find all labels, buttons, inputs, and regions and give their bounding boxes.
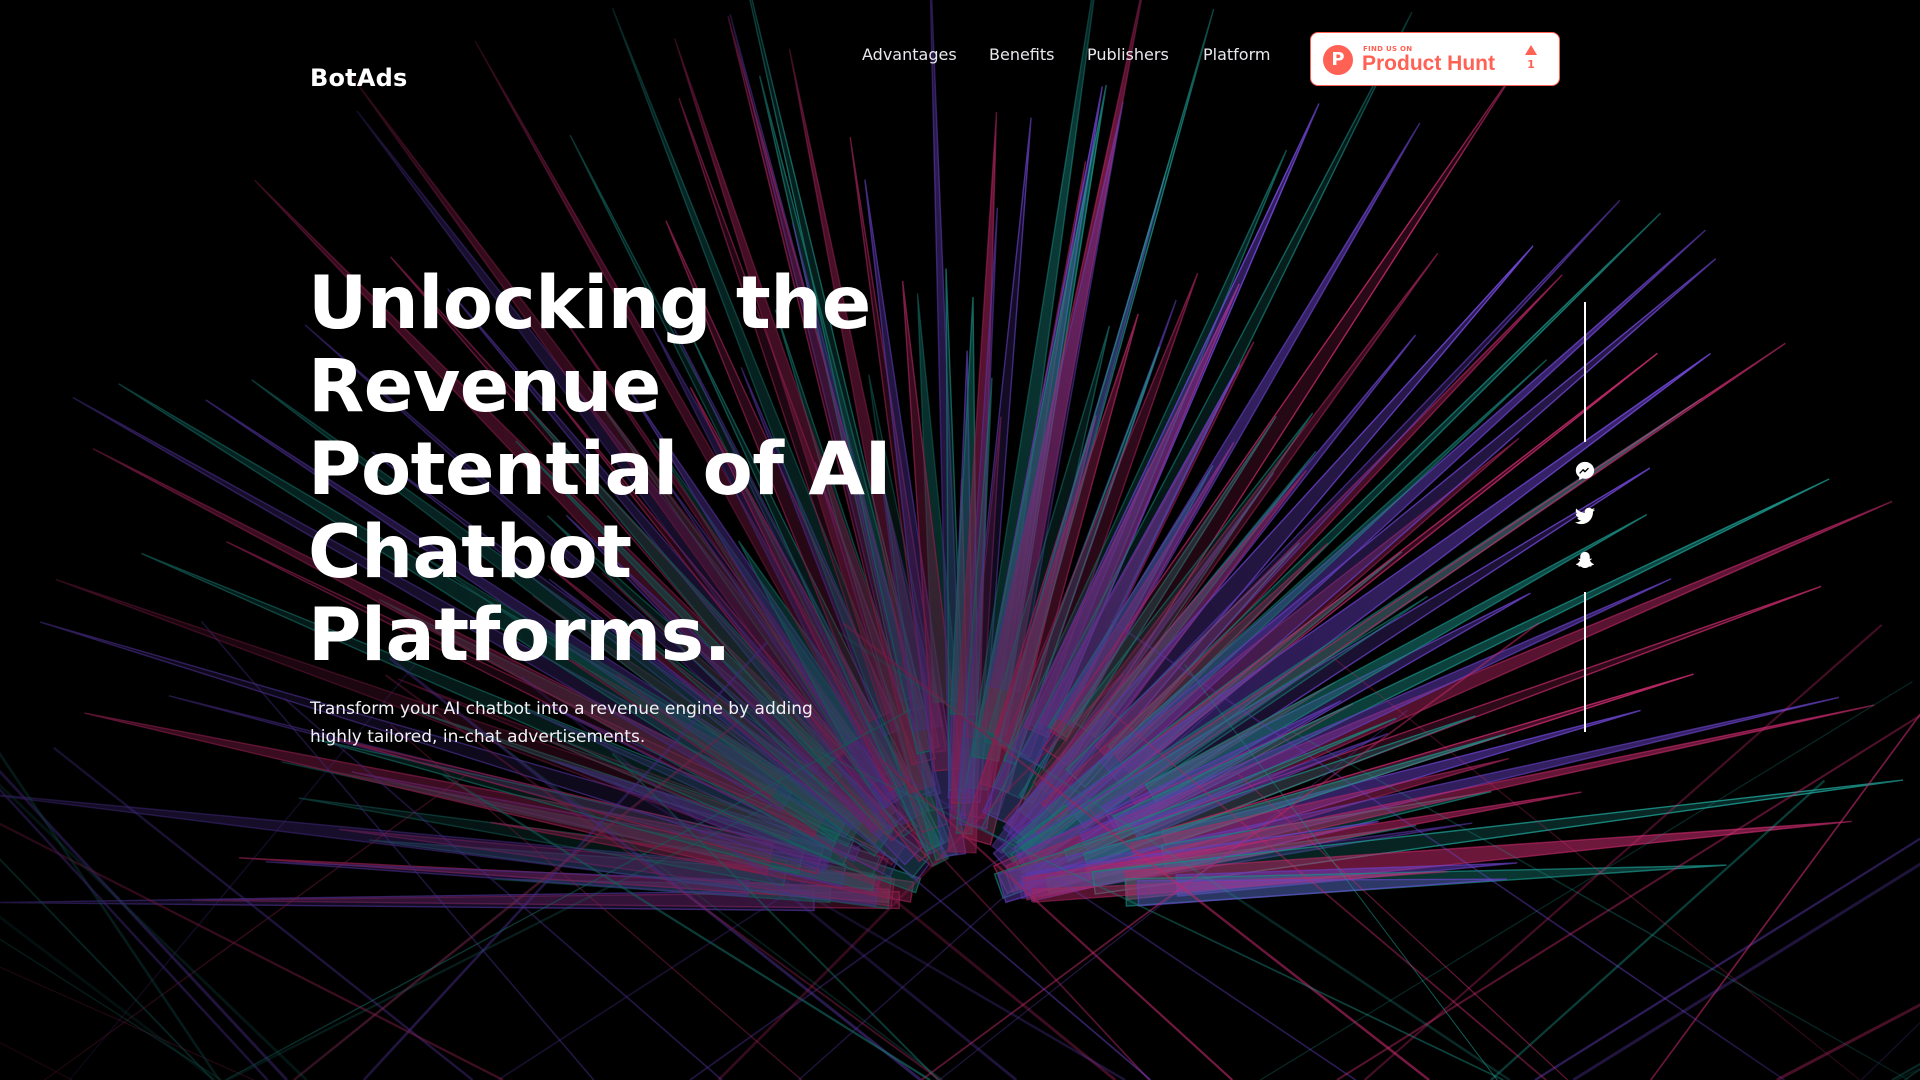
product-hunt-name: Product Hunt [1362, 52, 1495, 75]
headline-line: Chatbot [308, 510, 632, 595]
upvote-count: 1 [1527, 58, 1535, 71]
hero-subheadline: Transform your AI chatbot into a revenue… [310, 695, 890, 751]
brand-logo[interactable]: BotAds [310, 64, 408, 92]
snapchat-icon[interactable] [1574, 550, 1596, 572]
hero-headline: Unlocking the Revenue Potential of AI Ch… [308, 262, 928, 677]
social-divider-bottom [1584, 592, 1586, 732]
nav-link-platform[interactable]: Platform [1203, 45, 1270, 64]
headline-line: Revenue [308, 344, 661, 429]
hero-background-spikes [0, 0, 1920, 1080]
headline-line: Unlocking the [308, 261, 871, 346]
upvote-arrow-icon [1525, 45, 1537, 55]
messenger-icon[interactable] [1574, 460, 1596, 482]
nav-link-advantages[interactable]: Advantages [862, 45, 957, 64]
nav-link-benefits[interactable]: Benefits [989, 45, 1055, 64]
subhead-line: highly tailored, in-chat advertisements. [310, 727, 646, 747]
main-nav: Advantages Benefits Publishers Platform [0, 45, 1920, 67]
subhead-line: Transform your AI chatbot into a revenue… [310, 699, 813, 719]
product-hunt-badge[interactable]: P FIND US ON Product Hunt 1 [1310, 32, 1560, 86]
twitter-icon[interactable] [1574, 505, 1596, 527]
headline-line: Platforms. [308, 593, 731, 678]
social-divider-top [1584, 302, 1586, 442]
nav-link-publishers[interactable]: Publishers [1087, 45, 1169, 64]
headline-line: Potential of AI [308, 427, 892, 512]
product-hunt-logo-icon: P [1323, 45, 1353, 75]
